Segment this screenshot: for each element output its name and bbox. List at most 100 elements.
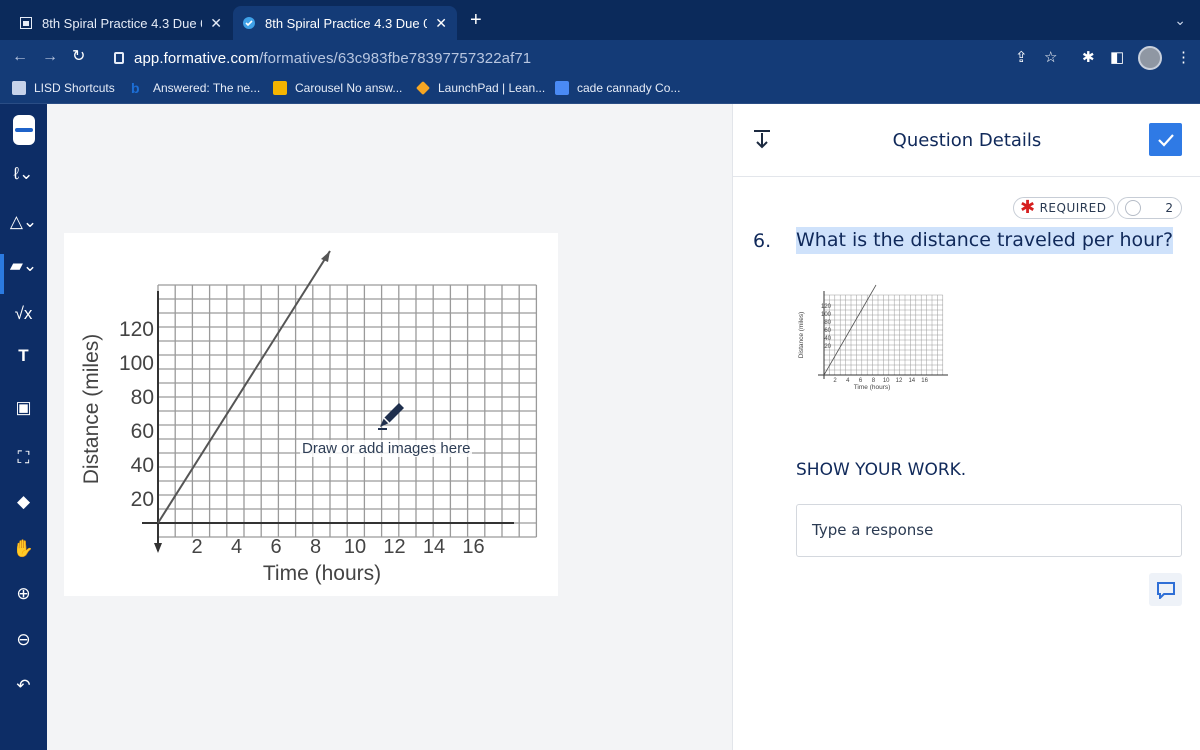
points-badge: 2 bbox=[1117, 197, 1182, 219]
forward-arrow-icon[interactable]: → bbox=[42, 48, 58, 66]
y-tick-label: 20 bbox=[131, 488, 154, 511]
check-icon bbox=[1157, 133, 1174, 147]
x-axis-label: Time (hours) bbox=[263, 562, 381, 585]
comment-icon bbox=[1156, 581, 1175, 599]
y-axis-label: Distance (miles) bbox=[80, 334, 103, 485]
new-tab-button[interactable]: + bbox=[470, 10, 482, 30]
share-icon[interactable]: ⇪ bbox=[1015, 48, 1028, 66]
show-work-label: SHOW YOUR WORK. bbox=[796, 460, 967, 480]
x-tick-label: 4 bbox=[846, 378, 850, 384]
tab-title: 8th Spiral Practice 4.3 Due 01/ bbox=[265, 15, 428, 31]
y-tick-label: 80 bbox=[824, 320, 831, 326]
required-badge: ✱ REQUIRED bbox=[1013, 197, 1116, 219]
points-status-icon bbox=[1125, 200, 1141, 216]
undo-icon[interactable]: ↶ bbox=[0, 666, 47, 706]
text-tool-icon[interactable]: T bbox=[0, 336, 47, 376]
y-tick-label: 60 bbox=[131, 420, 154, 443]
bartleby-icon: b bbox=[131, 80, 140, 96]
check-favicon-icon bbox=[243, 17, 255, 29]
menu-kebab-icon[interactable]: ⋮ bbox=[1176, 48, 1191, 66]
browser-tab-strip: 8th Spiral Practice 4.3 Due 01/ ✕ 8th Sp… bbox=[0, 0, 1200, 40]
x-tick-label: 8 bbox=[310, 536, 321, 558]
pencil-icon bbox=[378, 403, 404, 430]
tab-search-chevron-icon[interactable]: ⌄ bbox=[1174, 12, 1186, 29]
bookmark-carousel[interactable]: Carousel No answ... bbox=[273, 81, 402, 95]
x-tick-label: 12 bbox=[383, 536, 405, 558]
y-tick-label: 120 bbox=[821, 304, 832, 310]
tab-close-icon[interactable]: ✕ bbox=[210, 15, 222, 32]
y-tick-label: 40 bbox=[824, 336, 831, 342]
drawing-toolbar: ℓ⌄ △⌄ ▰⌄ √x T ▣ ⛶ ◆ ✋ ⊕ ⊖ ↶ bbox=[0, 104, 47, 750]
line-arrow-icon bbox=[321, 251, 330, 262]
browser-tab-1[interactable]: 8th Spiral Practice 4.3 Due 01/ ✕ bbox=[10, 6, 232, 40]
pan-hand-icon[interactable]: ✋ bbox=[0, 529, 47, 569]
pen-tool-icon[interactable]: ℓ⌄ bbox=[0, 154, 47, 194]
x-tick-label: 14 bbox=[423, 536, 445, 558]
done-check-button[interactable] bbox=[1149, 123, 1182, 156]
browser-toolbar: ← → ↻ app.formative.com/formatives/63c98… bbox=[0, 40, 1200, 76]
zoom-out-icon[interactable]: ⊖ bbox=[0, 620, 47, 660]
y-tick-label: 60 bbox=[824, 328, 831, 334]
mini-x-axis-label: Time (hours) bbox=[854, 384, 891, 391]
address-bar[interactable]: app.formative.com/formatives/63c983fbe78… bbox=[100, 44, 1080, 72]
comment-button[interactable] bbox=[1149, 573, 1182, 606]
shapes-tool-icon[interactable]: △⌄ bbox=[0, 202, 47, 242]
y-tick-label: 120 bbox=[119, 318, 154, 341]
axis-arrow-icon bbox=[154, 543, 162, 553]
browser-tab-2[interactable]: 8th Spiral Practice 4.3 Due 01/ ✕ bbox=[233, 6, 457, 40]
slides-icon bbox=[273, 81, 287, 95]
x-tick-label: 6 bbox=[270, 536, 281, 558]
question-panel: Question Details ✱ REQUIRED 2 6. What is… bbox=[732, 104, 1200, 750]
extensions-icon[interactable]: ✱ bbox=[1082, 48, 1095, 66]
x-tick-label: 12 bbox=[896, 378, 903, 384]
image-tool-icon[interactable]: ▣ bbox=[0, 388, 47, 428]
docs-icon bbox=[555, 81, 569, 95]
side-panel-icon[interactable]: ◧ bbox=[1110, 48, 1124, 66]
reload-icon[interactable]: ↻ bbox=[72, 48, 85, 66]
mini-y-axis-label: Distance (miles) bbox=[798, 312, 805, 359]
select-tool-icon[interactable]: ⛶ bbox=[0, 438, 47, 478]
question-number: 6. bbox=[753, 230, 772, 252]
panel-header: Question Details bbox=[733, 104, 1200, 177]
x-tick-label: 14 bbox=[908, 378, 915, 384]
launchpad-icon bbox=[416, 81, 430, 95]
x-tick-label: 10 bbox=[344, 536, 366, 558]
tab-title: 8th Spiral Practice 4.3 Due 01/ bbox=[42, 15, 203, 31]
y-tick-label: 80 bbox=[131, 386, 154, 409]
lock-icon bbox=[114, 52, 124, 64]
formative-favicon-icon bbox=[20, 17, 32, 29]
math-tool-icon[interactable]: √x bbox=[0, 294, 47, 334]
profile-avatar[interactable] bbox=[1138, 46, 1162, 70]
points-value: 2 bbox=[1165, 201, 1173, 215]
zoom-in-icon[interactable]: ⊕ bbox=[0, 574, 47, 614]
bookmark-launchpad[interactable]: LaunchPad | Lean... bbox=[416, 81, 545, 95]
color-swatch-button[interactable] bbox=[0, 110, 47, 150]
bookmark-star-icon[interactable]: ☆ bbox=[1044, 48, 1057, 66]
draw-hint: Draw or add images here bbox=[300, 440, 473, 457]
bookmark-cade-cannady[interactable]: cade cannady Co... bbox=[555, 81, 680, 95]
distance-time-graph: 120 100 80 60 40 20 2 4 6 8 10 12 14 16 Time (hours)… bbox=[80, 250, 538, 585]
response-input[interactable]: Type a response bbox=[796, 504, 1182, 557]
y-tick-label: 100 bbox=[119, 352, 154, 375]
bookmarks-bar: LISD Shortcuts b Answered: The ne... Car… bbox=[0, 76, 1200, 104]
eraser-tool-icon[interactable]: ◆ bbox=[0, 482, 47, 522]
bookmark-lisd-shortcuts[interactable]: LISD Shortcuts bbox=[12, 81, 115, 95]
bookmark-answered[interactable]: b Answered: The ne... bbox=[131, 81, 260, 95]
x-tick-label: 4 bbox=[231, 536, 242, 558]
x-tick-label: 16 bbox=[921, 378, 928, 384]
url-text: app.formative.com/formatives/63c983fbe78… bbox=[134, 49, 532, 67]
ruler-tool-icon[interactable]: ▰⌄ bbox=[0, 246, 47, 286]
x-tick-label: 2 bbox=[833, 378, 837, 384]
tab-close-icon[interactable]: ✕ bbox=[435, 15, 447, 32]
y-tick-label: 40 bbox=[131, 454, 154, 477]
y-tick-label: 20 bbox=[824, 344, 831, 350]
panel-title: Question Details bbox=[892, 130, 1042, 151]
back-arrow-icon[interactable]: ← bbox=[12, 48, 28, 66]
x-tick-label: 2 bbox=[191, 536, 202, 558]
x-tick-label: 16 bbox=[462, 536, 484, 558]
y-tick-label: 100 bbox=[821, 312, 832, 318]
question-text: What is the distance traveled per hour? bbox=[796, 227, 1174, 254]
question-thumbnail-graph: 12010080604020 2 4 6 8 10 12 14 16 Time (hours)… bbox=[798, 284, 948, 391]
required-star-icon: ✱ bbox=[1020, 197, 1036, 218]
folder-icon bbox=[12, 81, 26, 95]
